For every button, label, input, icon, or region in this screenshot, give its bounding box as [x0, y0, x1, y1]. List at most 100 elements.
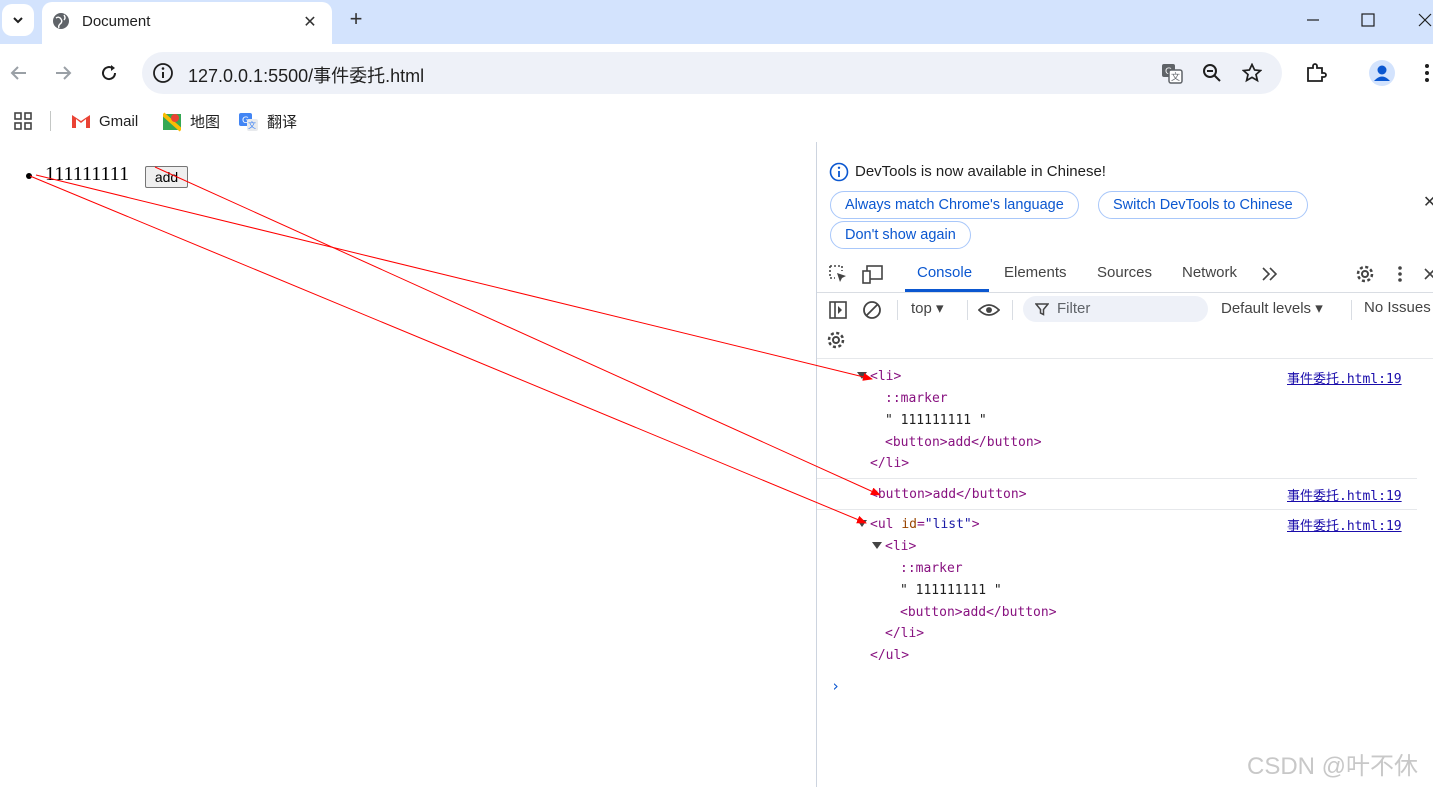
- back-button[interactable]: [4, 58, 34, 88]
- inspect-element-button[interactable]: [827, 263, 849, 285]
- reload-icon: [102, 65, 117, 81]
- bookmark-label: Gmail: [99, 112, 139, 130]
- log-line: <button>add</button>: [900, 605, 1057, 620]
- console-message: <li> ::marker " 111111111 " <button>add<…: [817, 359, 1417, 479]
- log-line: ::marker: [900, 561, 963, 576]
- source-link[interactable]: 事件委托.html:19: [1287, 515, 1402, 534]
- browser-tab[interactable]: Document ✕: [42, 2, 332, 44]
- new-tab-button[interactable]: +: [343, 6, 369, 32]
- console-sidebar-button[interactable]: [827, 299, 849, 321]
- console-prompt-icon[interactable]: ›: [831, 677, 840, 695]
- console-message: <ul id="list"> <li> ::marker " 111111111…: [817, 510, 1417, 670]
- log-line: " 111111111 ": [885, 413, 987, 428]
- bookmarks-divider: [50, 111, 51, 131]
- add-button[interactable]: add: [145, 166, 188, 188]
- devtools-panel: DevTools is now available in Chinese! Al…: [816, 142, 1433, 787]
- bookmarks-bar: Gmail 地图 G文 翻译: [0, 102, 1433, 142]
- list-bullet: [26, 173, 32, 179]
- address-bar[interactable]: 127.0.0.1:5500/事件委托.html G文: [142, 52, 1282, 94]
- more-tabs-button[interactable]: [1259, 263, 1281, 285]
- console-output: <li> ::marker " 111111111 " <button>add<…: [817, 358, 1433, 788]
- device-toolbar-button[interactable]: [862, 263, 884, 285]
- svg-text:文: 文: [1171, 71, 1180, 83]
- profile-button[interactable]: [1367, 58, 1397, 88]
- extensions-button[interactable]: [1301, 58, 1331, 88]
- live-expression-button[interactable]: [978, 299, 1000, 321]
- maximize-button[interactable]: [1353, 6, 1383, 34]
- device-icon: [862, 265, 883, 284]
- source-link[interactable]: 事件委托.html:19: [1287, 485, 1402, 504]
- minimize-button[interactable]: [1298, 6, 1328, 34]
- bookmark-star-button[interactable]: [1240, 61, 1264, 85]
- avatar-icon: [1369, 60, 1395, 86]
- reload-button[interactable]: [94, 58, 124, 88]
- match-language-button[interactable]: Always match Chrome's language: [830, 191, 1079, 219]
- bookmark-gmail[interactable]: Gmail: [71, 111, 138, 131]
- puzzle-icon: [1307, 63, 1327, 82]
- switch-to-chinese-button[interactable]: Switch DevTools to Chinese: [1098, 191, 1308, 219]
- forward-button[interactable]: [48, 58, 78, 88]
- window-close-button[interactable]: [1410, 6, 1433, 34]
- gmail-icon: [71, 111, 91, 131]
- info-icon: [829, 162, 849, 182]
- filter-icon: [1035, 303, 1049, 316]
- sidebar-icon: [829, 301, 847, 319]
- tab-search-button[interactable]: [2, 4, 34, 36]
- issues-counter[interactable]: No Issues: [1364, 299, 1431, 316]
- filter-placeholder: Filter: [1057, 300, 1091, 317]
- tab-console[interactable]: Console: [917, 264, 972, 281]
- translate-icon: G文: [1162, 64, 1183, 84]
- expand-triangle-icon[interactable]: [857, 520, 867, 527]
- devtools-menu-button[interactable]: [1389, 263, 1411, 285]
- source-link[interactable]: 事件委托.html:19: [1287, 368, 1402, 387]
- context-selector[interactable]: top ▾: [911, 299, 944, 317]
- zoom-button[interactable]: [1200, 61, 1224, 85]
- eye-icon: [978, 304, 1000, 316]
- watermark: CSDN @叶不休: [1247, 753, 1419, 780]
- translate-icon: G文: [239, 112, 259, 132]
- log-levels-dropdown[interactable]: Default levels ▾: [1221, 299, 1323, 317]
- toolbar-divider: [1012, 300, 1013, 320]
- tab-close-icon[interactable]: ✕: [298, 10, 322, 34]
- log-line: </li>: [885, 626, 925, 641]
- tab-elements[interactable]: Elements: [1004, 264, 1067, 281]
- filter-input[interactable]: Filter: [1023, 296, 1208, 322]
- minimize-icon: [1307, 19, 1319, 21]
- translate-page-button[interactable]: G文: [1160, 61, 1184, 85]
- log-line: <button>add</button>: [885, 435, 1042, 450]
- log-line: <li>: [885, 539, 917, 554]
- log-line-ul: <ul id="list">: [870, 517, 980, 532]
- dont-show-again-button[interactable]: Don't show again: [830, 221, 971, 249]
- chevron-down-icon: [13, 17, 23, 24]
- toolbar-divider: [897, 300, 898, 320]
- close-icon: [1418, 13, 1432, 27]
- bookmark-translate[interactable]: G文 翻译: [239, 111, 297, 132]
- more-vert-icon: [1398, 266, 1402, 282]
- banner-close-icon[interactable]: ✕: [1423, 192, 1433, 212]
- apps-grid-icon: [14, 112, 32, 130]
- toolbar-divider: [1351, 300, 1352, 320]
- log-line: ::marker: [885, 391, 948, 406]
- tab-sources[interactable]: Sources: [1097, 264, 1152, 281]
- devtools-close-button[interactable]: [1419, 263, 1433, 285]
- log-line: <li>: [870, 369, 902, 384]
- close-icon: [1424, 268, 1433, 280]
- tab-network[interactable]: Network: [1182, 264, 1237, 281]
- console-toolbar: top ▾ Filter Default levels ▾ No Issues: [817, 292, 1433, 326]
- expand-triangle-icon[interactable]: [857, 372, 867, 379]
- apps-button[interactable]: [13, 111, 33, 131]
- expand-triangle-icon[interactable]: [872, 542, 882, 549]
- console-settings-button[interactable]: [825, 329, 847, 351]
- devtools-language-message: DevTools is now available in Chinese!: [855, 163, 1106, 180]
- more-vert-icon: [1425, 64, 1429, 82]
- tab-title: Document: [82, 13, 151, 30]
- maps-icon: [162, 112, 182, 132]
- site-info-icon[interactable]: [152, 62, 174, 84]
- url-text: 127.0.0.1:5500/事件委托.html: [188, 66, 425, 86]
- console-message: <button>add</button> 事件委托.html:19: [817, 479, 1417, 510]
- clear-console-button[interactable]: [861, 299, 883, 321]
- devtools-settings-button[interactable]: [1354, 263, 1376, 285]
- browser-menu-button[interactable]: [1412, 58, 1433, 88]
- bookmark-maps[interactable]: 地图: [162, 111, 220, 132]
- zoom-out-icon: [1203, 64, 1221, 82]
